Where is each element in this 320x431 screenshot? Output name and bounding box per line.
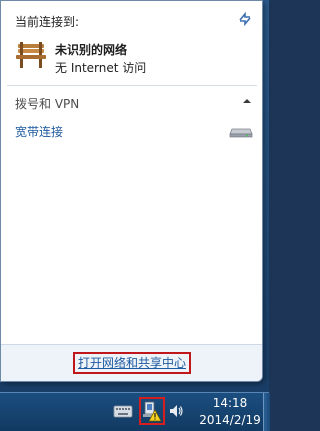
network-name: 未识别的网络 <box>55 43 128 57</box>
clock-date[interactable]: 2014/2/19 <box>194 413 266 427</box>
dialup-vpn-section-title[interactable]: 拨号和 VPN <box>15 95 79 112</box>
chevron-up-icon[interactable] <box>242 96 252 106</box>
volume-icon[interactable] <box>168 403 184 419</box>
keyboard-icon[interactable] <box>113 404 133 418</box>
broadband-connection-item[interactable]: 宽带连接 <box>15 123 63 140</box>
currently-connected-label: 当前连接到: <box>15 15 80 29</box>
network-flyout: 当前连接到: 未识别的网络 无 Internet 访问 拨号和 VPN 宽带连接… <box>0 0 263 382</box>
current-network: 未识别的网络 无 Internet 访问 <box>15 38 255 78</box>
refresh-icon[interactable] <box>237 11 253 27</box>
modem-icon <box>229 128 253 138</box>
show-desktop-button[interactable] <box>263 393 270 431</box>
clock-time[interactable]: 14:18 <box>205 396 255 410</box>
bench-icon <box>16 42 46 68</box>
network-status: 无 Internet 访问 <box>55 61 147 75</box>
open-network-sharing-center-link[interactable]: 打开网络和共享中心 <box>73 352 191 374</box>
taskbar: 14:18 2014/2/19 <box>0 392 270 431</box>
network-tray-button[interactable] <box>139 397 165 425</box>
divider <box>7 85 257 86</box>
network-warning-icon <box>143 401 162 422</box>
flyout-footer: 打开网络和共享中心 <box>1 344 262 381</box>
